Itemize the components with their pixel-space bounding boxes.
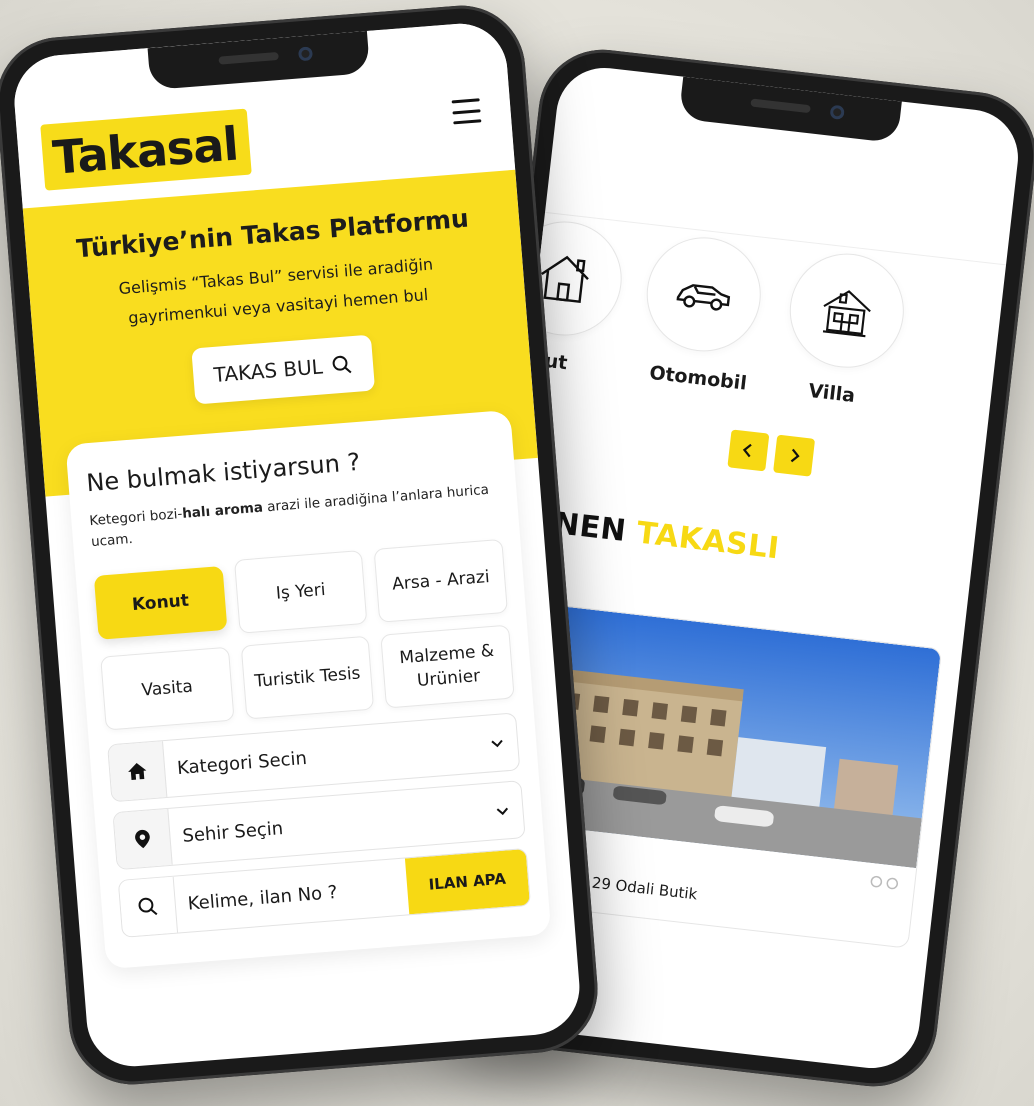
category-select-value: Kategori Secin [176,747,308,779]
search-icon [332,355,352,374]
category-konut[interactable]: Konut [93,565,228,640]
category-circle-otomobil[interactable] [640,231,767,358]
carousel-prev-button[interactable] [727,429,770,472]
carousel-next-button[interactable] [773,434,816,477]
hero-subtitle: Gelişmis “Takas Bul” servisi ile aradiği… [118,254,434,328]
category-circle-villa[interactable] [783,247,910,374]
hamburger-menu-icon[interactable] [451,98,482,125]
category-turistik-tesis[interactable]: Turistik Tesis [240,635,375,720]
location-pin-icon [113,808,173,870]
takas-bul-button[interactable]: TAKAS BUL [191,334,375,405]
city-select-value: Sehir Seçin [181,817,284,847]
category-grid: Konut Iş Yeri Arsa - Arazi Vasita Turist… [93,538,515,731]
location-pins-icon [870,875,899,890]
section-title-yellow: TAKASLI [634,515,782,567]
category-label: Otomobil [648,361,748,395]
category-vasita[interactable]: Vasita [100,646,235,731]
search-card: Ne bulmak istiyarsun ? Ketegori bozi-hal… [65,409,552,970]
chevron-right-icon [790,448,800,463]
car-icon [676,284,731,311]
category-malzeme-urunler[interactable]: Malzeme & Urünier [380,624,515,709]
takas-bul-label: TAKAS BUL [212,354,324,387]
home-icon [108,741,168,802]
category-label: Villa [807,379,857,408]
category-arsa-arazi[interactable]: Arsa - Arazi [373,538,508,623]
search-icon [118,876,179,937]
chevron-left-icon [742,443,752,458]
chevron-down-icon [475,713,519,772]
takasal-logo[interactable]: Takasal [40,108,253,191]
category-is-yeri[interactable]: Iş Yeri [233,549,368,634]
keyword-search-input[interactable]: Kelime, ilan No ? [174,859,409,933]
front-phone: Takasal Türkiye’nin Takas Platformu Geli… [0,0,603,1090]
ilan-ara-button[interactable]: ILAN APA [404,849,530,915]
villa-icon [822,290,871,338]
front-phone-screen: Takasal Türkiye’nin Takas Platformu Geli… [10,20,584,1070]
chevron-down-icon [480,781,524,840]
